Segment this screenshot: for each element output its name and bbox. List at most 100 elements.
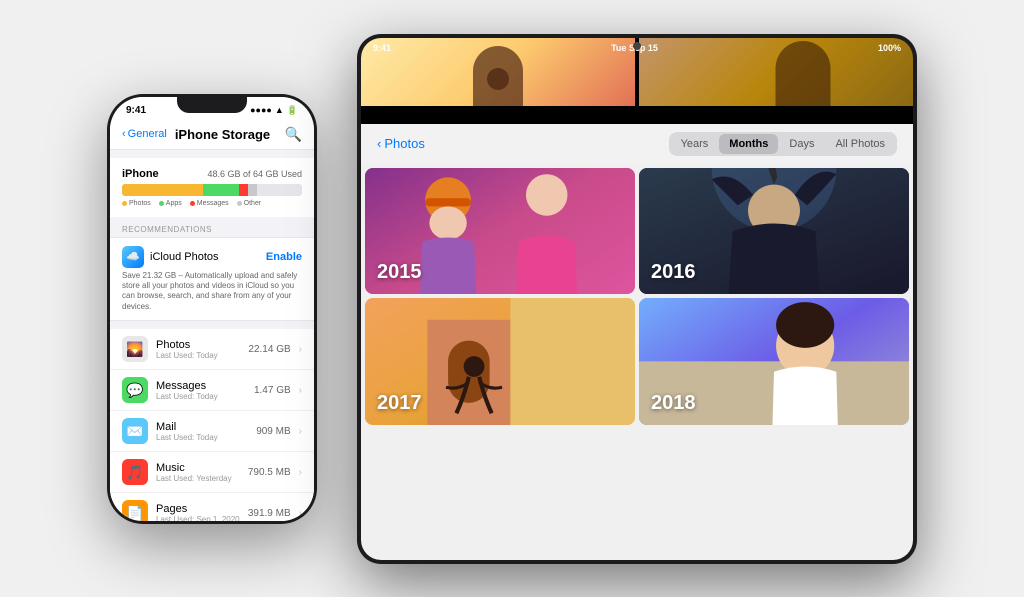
photos-app-icon: 🌄 bbox=[122, 336, 148, 362]
back-button[interactable]: ‹ General bbox=[122, 128, 167, 140]
mail-app-name: Mail bbox=[156, 421, 248, 433]
back-chevron-icon: ‹ bbox=[377, 136, 381, 151]
mail-size: 909 MB bbox=[256, 426, 290, 437]
tab-years[interactable]: Years bbox=[671, 134, 719, 154]
messages-app-name: Messages bbox=[156, 380, 246, 392]
legend-other: Other bbox=[237, 200, 262, 207]
photos-last-used: Last Used: Today bbox=[156, 351, 240, 360]
apps-dot bbox=[159, 201, 164, 206]
legend-apps: Apps bbox=[159, 200, 182, 207]
pages-app-icon: 📄 bbox=[122, 500, 148, 520]
photos-back-button[interactable]: ‹ Photos bbox=[377, 136, 425, 151]
legend-messages: Messages bbox=[190, 200, 229, 207]
photos-dot bbox=[122, 201, 127, 206]
mail-app-info: Mail Last Used: Today bbox=[156, 421, 248, 442]
tab-days[interactable]: Days bbox=[779, 134, 824, 154]
icloud-header: ☁️ iCloud Photos Enable bbox=[122, 246, 302, 268]
ipad-time: 9:41 bbox=[373, 43, 391, 53]
storage-bar bbox=[122, 184, 302, 196]
storage-section: iPhone 48.6 GB of 64 GB Used Photos bbox=[110, 158, 314, 217]
bar-photos bbox=[122, 184, 203, 196]
icloud-name: iCloud Photos bbox=[150, 251, 219, 263]
iphone-time: 9:41 bbox=[126, 105, 146, 116]
recommendations-label: RECOMMENDATIONS bbox=[110, 217, 314, 237]
ipad-screen: 9:41 Tue Sep 15 100% ‹ Photos Years Mont… bbox=[361, 38, 913, 560]
pages-app-info: Pages Last Used: Sep 1, 2020 bbox=[156, 503, 240, 521]
person-head-left bbox=[487, 68, 509, 90]
icloud-row[interactable]: ☁️ iCloud Photos Enable Save 21.32 GB – … bbox=[110, 237, 314, 322]
photo-cell-2016[interactable]: 2016 bbox=[639, 168, 909, 295]
app-row-photos[interactable]: 🌄 Photos Last Used: Today 22.14 GB › bbox=[110, 329, 314, 370]
music-size: 790.5 MB bbox=[248, 467, 291, 478]
icloud-title-row: ☁️ iCloud Photos bbox=[122, 246, 219, 268]
year-label-2018: 2018 bbox=[651, 392, 696, 415]
photo-cell-2015[interactable]: 2015 bbox=[365, 168, 635, 295]
legend-photos: Photos bbox=[122, 200, 151, 207]
mail-last-used: Last Used: Today bbox=[156, 433, 248, 442]
app-row-mail[interactable]: ✉️ Mail Last Used: Today 909 MB › bbox=[110, 411, 314, 452]
storage-used: 48.6 GB of 64 GB Used bbox=[207, 169, 302, 179]
photos-back-label: Photos bbox=[384, 136, 424, 151]
music-app-name: Music bbox=[156, 462, 240, 474]
messages-dot bbox=[190, 201, 195, 206]
pages-size: 391.9 MB bbox=[248, 508, 291, 519]
device-name: iPhone bbox=[122, 168, 159, 180]
photos-app-info: Photos Last Used: Today bbox=[156, 339, 240, 360]
ipad-tab-group: Years Months Days All Photos bbox=[669, 132, 897, 156]
photos-grid: 2015 bbox=[361, 164, 913, 560]
music-app-info: Music Last Used: Yesterday bbox=[156, 462, 240, 483]
page-title: iPhone Storage bbox=[175, 127, 285, 142]
battery-icon: 🔋 bbox=[287, 105, 298, 116]
iphone-navbar: ‹ General iPhone Storage 🔍 bbox=[110, 120, 314, 150]
iphone-screen: 9:41 ●●●● ▲ 🔋 ‹ General iPhone Storage 🔍… bbox=[110, 97, 314, 521]
messages-last-used: Last Used: Today bbox=[156, 392, 246, 401]
tab-all-photos[interactable]: All Photos bbox=[825, 134, 895, 154]
iphone-notch bbox=[177, 97, 247, 113]
storage-content: iPhone 48.6 GB of 64 GB Used Photos bbox=[110, 150, 314, 521]
photos-app-name: Photos bbox=[156, 339, 240, 351]
icloud-icon: ☁️ bbox=[122, 246, 144, 268]
music-app-icon: 🎵 bbox=[122, 459, 148, 485]
back-chevron-icon: ‹ bbox=[122, 128, 126, 140]
storage-device-row: iPhone 48.6 GB of 64 GB Used bbox=[122, 168, 302, 180]
app-list: 🌄 Photos Last Used: Today 22.14 GB › 💬 M… bbox=[110, 329, 314, 520]
year-label-2016: 2016 bbox=[651, 261, 696, 284]
other-legend-label: Other bbox=[244, 200, 262, 207]
wifi-icon: ▲ bbox=[275, 105, 284, 115]
storage-legend: Photos Apps Messages Other bbox=[122, 200, 302, 207]
ipad-camera bbox=[633, 42, 641, 50]
icloud-description: Save 21.32 GB – Automatically upload and… bbox=[122, 271, 302, 313]
messages-app-info: Messages Last Used: Today bbox=[156, 380, 246, 401]
year-label-2017: 2017 bbox=[377, 392, 422, 415]
other-dot bbox=[237, 201, 242, 206]
app-row-music[interactable]: 🎵 Music Last Used: Yesterday 790.5 MB › bbox=[110, 452, 314, 493]
mail-chevron-icon: › bbox=[299, 426, 302, 437]
music-chevron-icon: › bbox=[299, 467, 302, 478]
bar-messages bbox=[239, 184, 248, 196]
signal-icon: ●●●● bbox=[250, 105, 272, 115]
messages-legend-label: Messages bbox=[197, 200, 229, 207]
pages-last-used: Last Used: Sep 1, 2020 bbox=[156, 515, 240, 521]
app-row-messages[interactable]: 💬 Messages Last Used: Today 1.47 GB › bbox=[110, 370, 314, 411]
pages-chevron-icon: › bbox=[299, 508, 302, 519]
photo-cell-2017[interactable]: 2017 bbox=[365, 298, 635, 425]
tab-months[interactable]: Months bbox=[719, 134, 778, 154]
back-label: General bbox=[128, 128, 167, 140]
enable-button[interactable]: Enable bbox=[266, 251, 302, 263]
ipad-device: 9:41 Tue Sep 15 100% ‹ Photos Years Mont… bbox=[357, 34, 917, 564]
photos-chevron-icon: › bbox=[299, 344, 302, 355]
bar-apps bbox=[203, 184, 239, 196]
photo-cell-2018[interactable]: 2018 bbox=[639, 298, 909, 425]
ipad-topbar: ‹ Photos Years Months Days All Photos bbox=[361, 124, 913, 164]
pages-app-name: Pages bbox=[156, 503, 240, 515]
photos-legend-label: Photos bbox=[129, 200, 151, 207]
search-icon[interactable]: 🔍 bbox=[285, 126, 302, 143]
messages-size: 1.47 GB bbox=[254, 385, 291, 396]
app-row-pages[interactable]: 📄 Pages Last Used: Sep 1, 2020 391.9 MB … bbox=[110, 493, 314, 520]
bar-other bbox=[248, 184, 257, 196]
messages-app-icon: 💬 bbox=[122, 377, 148, 403]
iphone-device: 9:41 ●●●● ▲ 🔋 ‹ General iPhone Storage 🔍… bbox=[107, 94, 317, 524]
photos-size: 22.14 GB bbox=[248, 344, 290, 355]
apps-legend-label: Apps bbox=[166, 200, 182, 207]
messages-chevron-icon: › bbox=[299, 385, 302, 396]
